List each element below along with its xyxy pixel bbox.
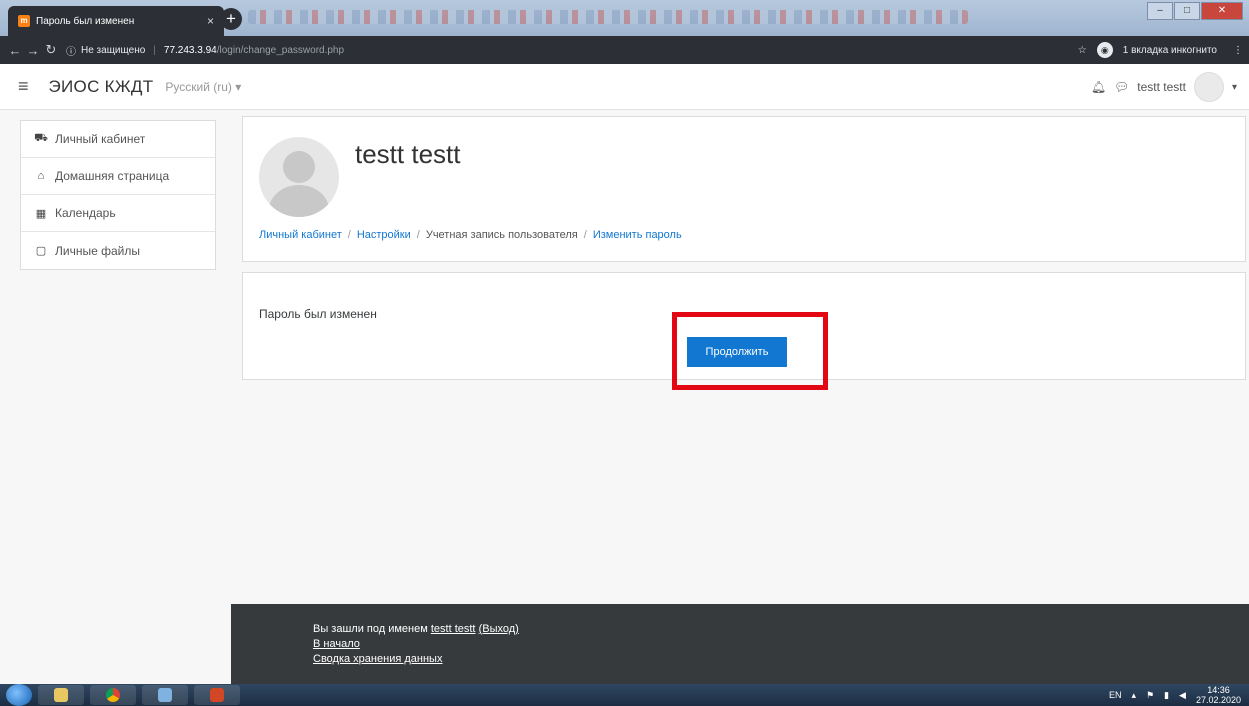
browser-tab-bar: m Пароль был изменен × + – □ ✕ bbox=[0, 0, 1249, 36]
url-separator: | bbox=[153, 44, 156, 56]
hamburger-menu-icon[interactable]: ≡ bbox=[18, 76, 29, 97]
language-selector[interactable]: Русский (ru) ▾ bbox=[165, 80, 241, 94]
drawer-item-label: Календарь bbox=[55, 206, 116, 220]
folder-icon bbox=[158, 688, 172, 702]
keyboard-language[interactable]: EN bbox=[1109, 690, 1122, 700]
taskbar-powerpoint[interactable] bbox=[194, 685, 240, 705]
powerpoint-icon bbox=[210, 688, 224, 702]
drawer-item-calendar[interactable]: ▦ Календарь bbox=[21, 195, 215, 232]
drawer-item-label: Домашняя страница bbox=[55, 169, 170, 183]
browser-menu-icon[interactable]: ⋮ bbox=[1233, 45, 1243, 56]
back-icon[interactable]: ← bbox=[6, 43, 24, 58]
browser-tab-active[interactable]: m Пароль был изменен × bbox=[8, 6, 224, 36]
user-menu-name[interactable]: testt testt bbox=[1137, 80, 1186, 94]
drawer-item-label: Личные файлы bbox=[55, 243, 140, 258]
drawer-item-dashboard[interactable]: ⛟ Личный кабинет bbox=[21, 121, 215, 158]
taskbar-folder[interactable] bbox=[142, 685, 188, 705]
moodle-favicon-icon: m bbox=[18, 15, 30, 27]
clock-date: 27.02.2020 bbox=[1195, 695, 1241, 705]
breadcrumb-change-password[interactable]: Изменить пароль bbox=[593, 229, 682, 241]
forward-icon[interactable]: → bbox=[24, 43, 42, 58]
user-menu-caret-icon[interactable]: ▾ bbox=[1232, 82, 1237, 93]
os-taskbar: EN ▴ ⚑ ▮ ◀ 14:36 27.02.2020 bbox=[0, 684, 1249, 706]
home-icon: ⌂ bbox=[37, 170, 45, 182]
tray-expand-icon[interactable]: ▴ bbox=[1131, 690, 1136, 701]
incognito-label[interactable]: 1 вкладка инкогнито bbox=[1123, 45, 1217, 56]
drawer-item-home[interactable]: ⌂ Домашняя страница bbox=[21, 158, 215, 195]
network-signal-icon[interactable]: ▮ bbox=[1164, 690, 1169, 701]
home-link[interactable]: В начало bbox=[313, 638, 360, 650]
breadcrumb-separator: / bbox=[583, 229, 587, 241]
logged-in-info: Вы зашли под именем testt testt (Выход) bbox=[313, 622, 519, 637]
action-center-flag-icon[interactable]: ⚑ bbox=[1146, 690, 1154, 701]
page-header: testt testt Личный кабинет / Настройки /… bbox=[242, 116, 1246, 262]
user-nav: 🔔︎ 💬︎ testt testt ▾ bbox=[1091, 64, 1237, 110]
close-tab-icon[interactable]: × bbox=[207, 14, 214, 28]
start-button-icon[interactable] bbox=[6, 684, 32, 706]
page-footer: Вы зашли под именем testt testt (Выход) … bbox=[231, 604, 1249, 684]
drawer-item-label: Личный кабинет bbox=[55, 132, 146, 146]
logged-in-prefix: Вы зашли под именем bbox=[313, 623, 428, 635]
not-secure-label: Не защищено bbox=[81, 44, 146, 56]
breadcrumb-dashboard[interactable]: Личный кабинет bbox=[259, 229, 342, 241]
url-field[interactable]: ⓘ Не защищено | 77.243.3.94 /login/chang… bbox=[66, 40, 1078, 60]
messages-icon[interactable]: 💬︎ bbox=[1114, 80, 1129, 94]
continue-button[interactable]: Продолжить bbox=[687, 337, 787, 367]
breadcrumb-separator: / bbox=[347, 229, 351, 241]
window-controls: – □ ✕ bbox=[1146, 2, 1243, 20]
notification-bell-icon[interactable]: 🔔︎ bbox=[1091, 80, 1106, 94]
user-avatar[interactable] bbox=[259, 137, 339, 217]
taskbar-clock[interactable]: 14:36 27.02.2020 bbox=[1196, 685, 1241, 705]
breadcrumb-account: Учетная запись пользователя bbox=[425, 229, 578, 241]
volume-icon[interactable]: ◀ bbox=[1179, 690, 1186, 701]
footer-info: Вы зашли под именем testt testt (Выход) … bbox=[313, 622, 519, 667]
breadcrumb-separator: / bbox=[416, 229, 420, 241]
bookmark-star-icon[interactable]: ☆ bbox=[1078, 45, 1087, 56]
drawer-item-private-files[interactable]: ▢ Личные файлы bbox=[21, 232, 215, 269]
url-host: 77.243.3.94 bbox=[163, 44, 217, 56]
url-path: /login/change_password.php bbox=[216, 44, 345, 56]
page-title: testt testt bbox=[355, 139, 461, 169]
footer-user-link[interactable]: testt testt bbox=[431, 623, 476, 635]
info-icon[interactable]: ⓘ bbox=[66, 43, 76, 58]
nav-drawer: ⛟ Личный кабинет ⌂ Домашняя страница ▦ К… bbox=[20, 120, 216, 270]
avatar-head-shape bbox=[283, 151, 315, 183]
site-brand[interactable]: ЭИОС КЖДТ bbox=[49, 77, 154, 97]
taskbar-chrome[interactable] bbox=[90, 685, 136, 705]
browser-tab-title: Пароль был изменен bbox=[36, 15, 135, 27]
taskbar-explorer[interactable] bbox=[38, 685, 84, 705]
logout-link[interactable]: (Выход) bbox=[479, 623, 519, 635]
avatar-body-shape bbox=[269, 185, 329, 217]
incognito-icon: ◉ bbox=[1096, 42, 1113, 58]
breadcrumb-preferences[interactable]: Настройки bbox=[357, 229, 411, 241]
maximize-icon[interactable]: □ bbox=[1174, 2, 1200, 20]
dashboard-icon: ⛟ bbox=[34, 132, 48, 144]
notification-box: Пароль был изменен Продолжить bbox=[242, 272, 1246, 380]
browser-actions: ☆ ◉ 1 вкладка инкогнито ⋮ bbox=[1078, 42, 1243, 58]
file-icon: ▢ bbox=[35, 245, 47, 257]
data-retention-link[interactable]: Сводка хранения данных bbox=[313, 653, 442, 665]
browser-address-bar: ← → ↻ ⓘ Не защищено | 77.243.3.94 /login… bbox=[0, 36, 1249, 64]
site-navbar: ≡ ЭИОС КЖДТ Русский (ru) ▾ 🔔︎ 💬︎ testt t… bbox=[0, 64, 1249, 110]
breadcrumb: Личный кабинет / Настройки / Учетная зап… bbox=[259, 229, 682, 241]
avatar[interactable] bbox=[1193, 72, 1224, 102]
calendar-icon: ▦ bbox=[35, 207, 47, 220]
folder-icon bbox=[54, 688, 68, 702]
window-close-icon[interactable]: ✕ bbox=[1201, 2, 1243, 20]
new-tab-button[interactable]: + bbox=[220, 8, 242, 30]
system-tray: EN ▴ ⚑ ▮ ◀ 14:36 27.02.2020 bbox=[1109, 684, 1241, 706]
chrome-icon bbox=[106, 688, 120, 702]
reload-icon[interactable]: ↻ bbox=[42, 42, 60, 58]
blurred-bookmarks bbox=[248, 10, 968, 24]
minimize-icon[interactable]: – bbox=[1147, 2, 1173, 20]
password-changed-message: Пароль был изменен bbox=[259, 307, 377, 321]
clock-time: 14:36 bbox=[1207, 685, 1230, 695]
